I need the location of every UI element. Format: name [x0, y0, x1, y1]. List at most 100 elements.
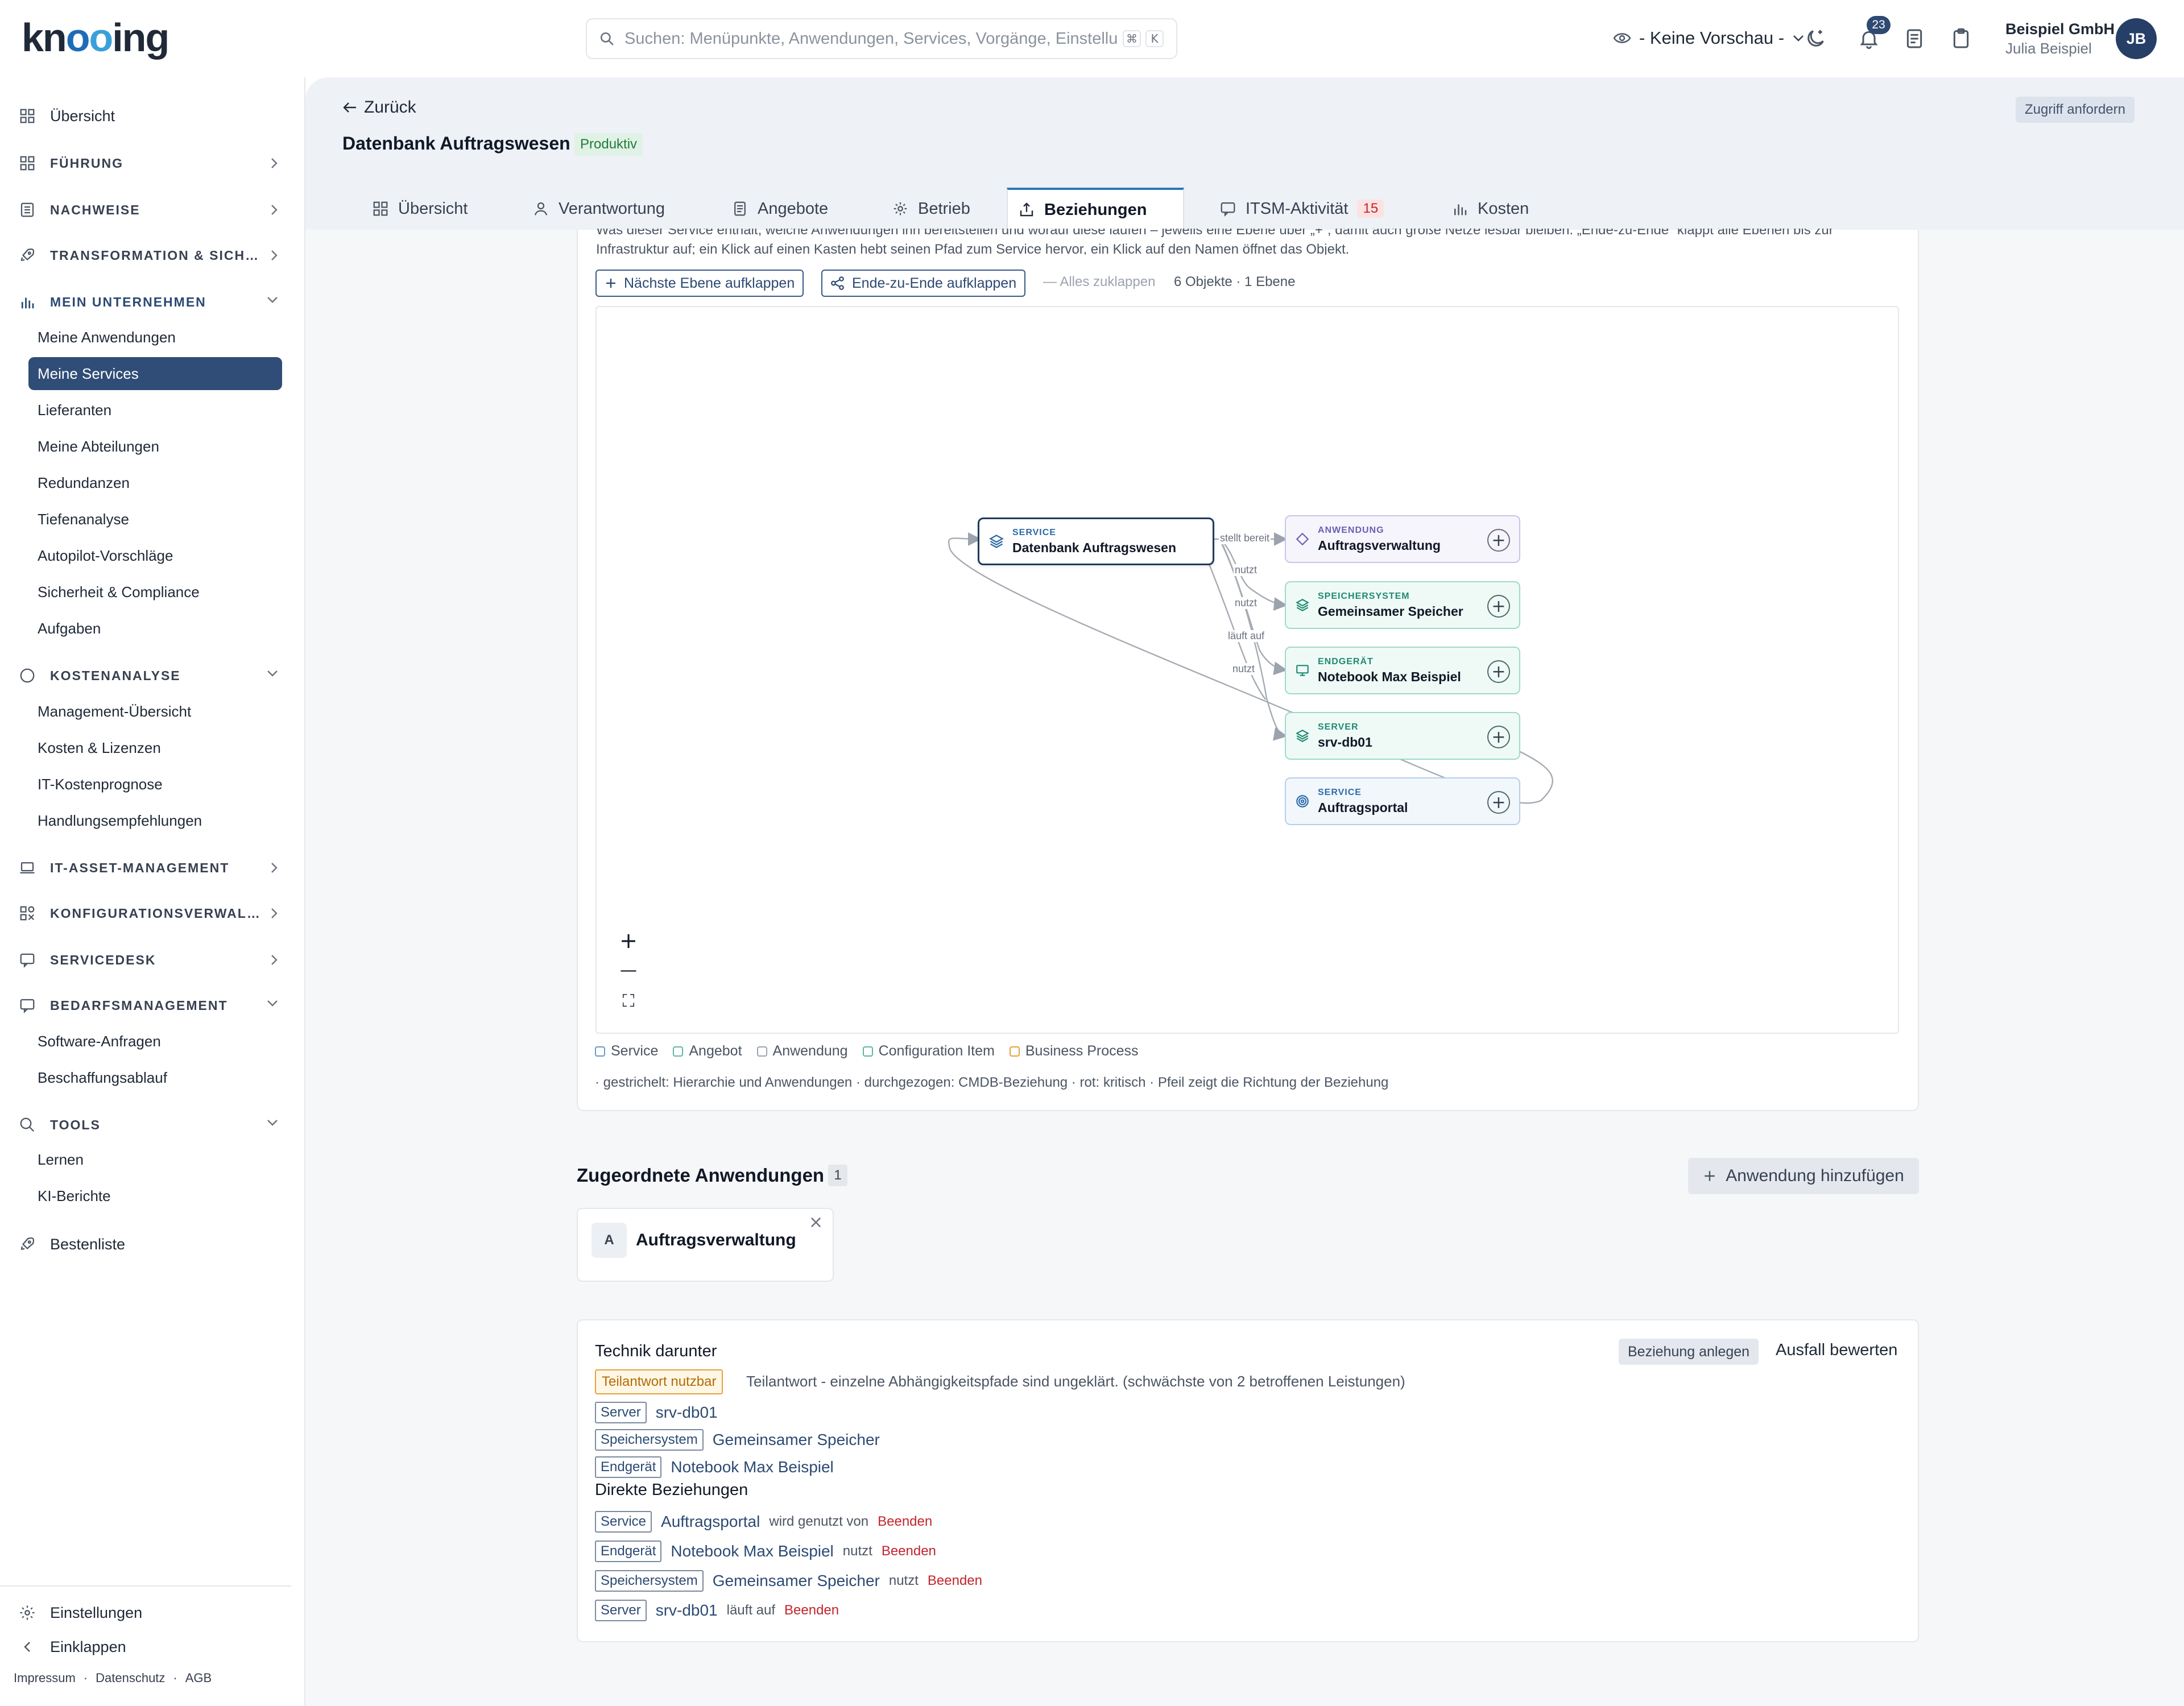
sidebar-collapse-button[interactable]: Einklappen [17, 1630, 284, 1664]
sidebar-item-kosten-lizenzen[interactable]: Kosten & Lizenzen [28, 731, 282, 764]
sidebar-item-abteilungen[interactable]: Meine Abteilungen [28, 430, 282, 463]
object-link[interactable]: Notebook Max Beispiel [671, 1458, 833, 1476]
datenschutz-link[interactable]: Datenschutz [96, 1671, 165, 1686]
search-input[interactable]: Suchen: Menüpunkte, Anwendungen, Service… [586, 18, 1177, 59]
assess-outage-button[interactable]: Ausfall bewerten [1776, 1341, 1897, 1360]
sidebar-group-label: TOOLS [50, 1117, 101, 1132]
node-name[interactable]: srv-db01 [1318, 735, 1372, 750]
sidebar-group-nachweise[interactable]: NACHWEISE [17, 193, 284, 227]
sidebar-item-bestenliste[interactable]: Bestenliste [17, 1227, 284, 1261]
partial-answer-badge: Teilantwort nutzbar [595, 1369, 723, 1394]
sidebar-item-prognose[interactable]: IT-Kostenprognose [28, 768, 282, 801]
sidebar-item-redundanzen[interactable]: Redundanzen [28, 466, 282, 499]
sidebar-group-bedarf[interactable]: BEDARFSMANAGEMENT [17, 988, 284, 1022]
sidebar-item-empfehlungen[interactable]: Handlungsempfehlungen [28, 804, 282, 837]
sidebar-group-kosten[interactable]: KOSTENANALYSE [17, 659, 284, 693]
sidebar-item-autopilot[interactable]: Autopilot-Vorschläge [28, 539, 282, 572]
graph-node-application[interactable]: ANWENDUNG Auftragsverwaltung + [1285, 515, 1520, 563]
object-link[interactable]: srv-db01 [656, 1403, 718, 1422]
expand-node-button[interactable]: + [1487, 726, 1510, 748]
object-link[interactable]: srv-db01 [656, 1601, 718, 1620]
graph-node-portal-service[interactable]: SERVICE Auftragsportal + [1285, 777, 1520, 825]
object-link[interactable]: Gemeinsamer Speicher [713, 1572, 880, 1590]
user-name: Julia Beispiel [2005, 40, 2092, 57]
document-icon[interactable] [1903, 27, 1926, 50]
expand-node-button[interactable]: + [1487, 529, 1510, 552]
node-name[interactable]: Notebook Max Beispiel [1318, 669, 1461, 685]
expand-node-button[interactable]: + [1487, 595, 1510, 618]
back-button[interactable]: Zurück [342, 98, 416, 117]
grid-icon [17, 153, 38, 173]
tab-operations[interactable]: Betrieb [882, 188, 981, 230]
relations-graph[interactable]: SERVICE Datenbank Auftragswesen ANWENDUN… [595, 306, 1899, 1034]
sidebar-item-beschaffung[interactable]: Beschaffungsablauf [28, 1061, 282, 1094]
zoom-out-button[interactable]: — [611, 955, 646, 985]
expand-end-to-end-button[interactable]: Ende-zu-Ende aufklappen [821, 270, 1026, 297]
graph-node-root-service[interactable]: SERVICE Datenbank Auftragswesen [978, 517, 1214, 565]
create-relation-button[interactable]: Beziehung anlegen [1619, 1339, 1759, 1365]
sidebar-item-services[interactable]: Meine Services [28, 357, 282, 390]
fit-view-button[interactable]: ⛶ [611, 986, 646, 1016]
add-application-button[interactable]: Anwendung hinzufügen [1688, 1158, 1919, 1194]
sidebar-item-overview[interactable]: Übersicht [17, 99, 284, 133]
sidebar-group-tools[interactable]: TOOLS [17, 1108, 284, 1142]
sidebar-group-konfig[interactable]: KONFIGURATIONSVERWAL… [17, 896, 284, 930]
end-relation-button[interactable]: Beenden [878, 1514, 932, 1530]
node-name[interactable]: Auftragsverwaltung [1318, 538, 1441, 553]
impressum-link[interactable]: Impressum [14, 1671, 76, 1686]
avatar[interactable]: JB [2116, 18, 2157, 59]
sidebar-group-fuehrung[interactable]: FÜHRUNG [17, 146, 284, 180]
preview-select[interactable]: - Keine Vorschau - [1613, 25, 1805, 51]
app-logo[interactable]: knooing [22, 15, 169, 60]
graph-node-device[interactable]: ENDGERÄT Notebook Max Beispiel + [1285, 647, 1520, 694]
node-name[interactable]: Auftragsportal [1318, 800, 1408, 815]
shortcut-key-k: K [1145, 30, 1164, 47]
sidebar-item-software-anfragen[interactable]: Software-Anfragen [28, 1025, 282, 1058]
tab-offers[interactable]: Angebote [721, 188, 838, 230]
expand-node-button[interactable]: + [1487, 660, 1510, 683]
tab-itsm[interactable]: ITSM-Aktivität 15 [1209, 188, 1394, 230]
expand-next-level-button[interactable]: Nächste Ebene aufklappen [595, 270, 804, 297]
sidebar-item-settings[interactable]: Einstellungen [17, 1596, 284, 1630]
tab-responsibility[interactable]: Verantwortung [522, 188, 675, 230]
sidebar-group-servicedesk[interactable]: SERVICEDESK [17, 943, 284, 977]
application-name[interactable]: Auftragsverwaltung [636, 1231, 796, 1250]
sidebar-item-lieferanten[interactable]: Lieferanten [28, 394, 282, 426]
sidebar-group-itam[interactable]: IT-ASSET-MANAGEMENT [17, 851, 284, 885]
node-name[interactable]: Datenbank Auftragswesen [1012, 540, 1176, 556]
object-link[interactable]: Gemeinsamer Speicher [713, 1431, 880, 1449]
sidebar-item-ki-berichte[interactable]: KI-Berichte [28, 1179, 282, 1212]
gear-icon [892, 200, 909, 217]
tab-relations[interactable]: Beziehungen [1007, 188, 1184, 230]
end-relation-button[interactable]: Beenden [928, 1573, 982, 1589]
zoom-in-button[interactable]: + [611, 926, 646, 955]
remove-application-button[interactable]: × [809, 1212, 823, 1232]
sidebar-divider [0, 1585, 291, 1587]
sidebar-group-label: IT-ASSET-MANAGEMENT [50, 860, 230, 875]
agb-link[interactable]: AGB [185, 1671, 212, 1686]
node-name[interactable]: Gemeinsamer Speicher [1318, 604, 1463, 619]
sidebar-item-aufgaben[interactable]: Aufgaben [28, 612, 282, 645]
graph-node-server[interactable]: SERVER srv-db01 + [1285, 712, 1520, 760]
object-link[interactable]: Auftragsportal [661, 1513, 760, 1531]
sidebar-group-transformation[interactable]: TRANSFORMATION & SICH… [17, 238, 284, 272]
sidebar-item-lernen[interactable]: Lernen [28, 1143, 282, 1176]
end-relation-button[interactable]: Beenden [784, 1603, 839, 1618]
node-type: SERVICE [1318, 787, 1362, 797]
expand-node-button[interactable]: + [1487, 791, 1510, 814]
tab-costs[interactable]: Kosten [1441, 188, 1539, 230]
end-relation-button[interactable]: Beenden [882, 1543, 936, 1559]
object-link[interactable]: Notebook Max Beispiel [671, 1542, 833, 1560]
tab-overview[interactable]: Übersicht [362, 188, 478, 230]
graph-node-storage[interactable]: SPEICHERSYSTEM Gemeinsamer Speicher + [1285, 581, 1520, 629]
legend-label: Service [611, 1043, 659, 1059]
sidebar-item-tiefenanalyse[interactable]: Tiefenanalyse [28, 503, 282, 536]
request-access-button[interactable]: Zugriff anfordern [2016, 97, 2135, 123]
collapse-all-button[interactable]: — Alles zuklappen [1043, 274, 1155, 290]
sidebar-item-management[interactable]: Management-Übersicht [28, 695, 282, 728]
theme-toggle-icon[interactable] [1804, 27, 1827, 50]
sidebar-item-anwendungen[interactable]: Meine Anwendungen [28, 321, 282, 354]
sidebar-group-unternehmen[interactable]: MEIN UNTERNEHMEN [17, 285, 284, 319]
clipboard-icon[interactable] [1950, 27, 1972, 50]
sidebar-item-sicherheit[interactable]: Sicherheit & Compliance [28, 575, 282, 608]
